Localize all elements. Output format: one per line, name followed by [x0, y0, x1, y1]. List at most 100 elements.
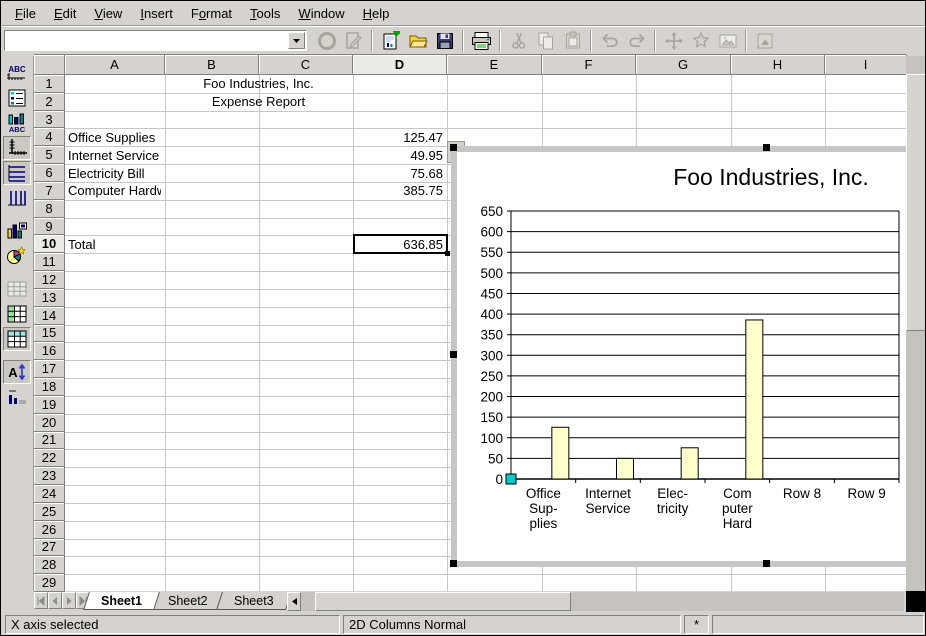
chart-type-icon[interactable]	[3, 219, 31, 243]
row-header-10[interactable]: 10	[34, 235, 65, 253]
row-header-20[interactable]: 20	[34, 414, 65, 432]
cell-B1[interactable]: Foo Industries, Inc.	[168, 75, 349, 93]
cell-A10[interactable]: Total	[68, 235, 161, 253]
data-in-rows-icon[interactable]	[3, 302, 31, 326]
row-header-19[interactable]: 19	[34, 396, 65, 414]
cell-A5[interactable]: Internet Service	[68, 146, 161, 164]
x-axis-selection-handle[interactable]	[506, 474, 516, 484]
cell-B2[interactable]: Expense Report	[168, 93, 349, 111]
row-header-16[interactable]: 16	[34, 342, 65, 360]
vertical-scrollbar-thumb[interactable]	[906, 74, 926, 331]
cell-D4[interactable]: 125.47	[356, 128, 443, 146]
axes-titles-on-off-icon[interactable]: ABC	[3, 111, 31, 135]
cell-D7[interactable]: 385.75	[356, 182, 443, 200]
save-icon[interactable]	[432, 29, 457, 53]
menu-item-tools[interactable]: Tools	[241, 3, 289, 24]
axes-on-off-icon[interactable]	[3, 136, 31, 160]
row-header-6[interactable]: 6	[34, 164, 65, 182]
row-header-7[interactable]: 7	[34, 182, 65, 200]
horizontal-grid-icon[interactable]	[3, 161, 31, 185]
row-header-26[interactable]: 26	[34, 521, 65, 539]
vertical-grid-icon[interactable]	[3, 186, 31, 210]
titles-on-off-icon[interactable]: ABC	[3, 61, 31, 85]
column-header-B[interactable]: B	[165, 55, 259, 75]
chart-object[interactable]: Foo Industries, Inc.05010015020025030035…	[451, 146, 909, 567]
cell-A6[interactable]: Electricity Bill	[68, 164, 161, 182]
column-header-D[interactable]: D	[353, 55, 447, 75]
cell-D6[interactable]: 75.68	[356, 164, 443, 182]
row-header-9[interactable]: 9	[34, 218, 65, 236]
row-header-15[interactable]: 15	[34, 325, 65, 343]
combo-dropdown-button[interactable]	[288, 32, 305, 49]
print-icon[interactable]	[469, 29, 494, 53]
row-header-18[interactable]: 18	[34, 378, 65, 396]
column-header-E[interactable]: E	[447, 55, 542, 75]
cell-D5[interactable]: 49.95	[356, 146, 443, 164]
cell-A4[interactable]: Office Supplies	[68, 128, 161, 146]
legend-on-off-icon[interactable]	[3, 86, 31, 110]
bar-2[interactable]	[681, 448, 698, 479]
menu-item-file[interactable]: File	[6, 3, 45, 24]
row-header-12[interactable]: 12	[34, 271, 65, 289]
row-header-17[interactable]: 17	[34, 360, 65, 378]
horizontal-scrollbar[interactable]	[301, 592, 904, 611]
column-header-I[interactable]: I	[825, 55, 907, 75]
bar-0[interactable]	[552, 427, 569, 479]
row-header-25[interactable]: 25	[34, 503, 65, 521]
column-header-H[interactable]: H	[731, 55, 825, 75]
row-header-13[interactable]: 13	[34, 289, 65, 307]
reorganize-chart-icon[interactable]	[3, 385, 31, 409]
autoformat-chart-icon[interactable]	[3, 244, 31, 268]
row-header-8[interactable]: 8	[34, 200, 65, 218]
new-document-icon[interactable]	[378, 29, 403, 53]
column-header-G[interactable]: G	[636, 55, 731, 75]
url-combo[interactable]	[4, 30, 307, 51]
row-header-4[interactable]: 4	[34, 128, 65, 146]
menu-item-window[interactable]: Window	[289, 3, 353, 24]
scale-text-icon[interactable]: A	[3, 360, 31, 384]
row-header-22[interactable]: 22	[34, 449, 65, 467]
chart-resize-handle-bottom-center[interactable]	[763, 560, 770, 567]
sheet-tab-sheet1[interactable]: Sheet1	[83, 592, 160, 610]
row-header-23[interactable]: 23	[34, 467, 65, 485]
cell-fill-handle[interactable]	[445, 251, 450, 256]
tab-nav-prev[interactable]	[48, 592, 62, 609]
column-header-C[interactable]: C	[259, 55, 353, 75]
bar-3[interactable]	[746, 320, 763, 479]
horizontal-scrollbar-thumb[interactable]	[315, 592, 571, 611]
row-header-29[interactable]: 29	[34, 574, 65, 592]
row-header-27[interactable]: 27	[34, 539, 65, 557]
row-header-28[interactable]: 28	[34, 556, 65, 574]
sheet-tab-sheet3[interactable]: Sheet3	[216, 592, 291, 610]
row-header-1[interactable]: 1	[34, 75, 65, 93]
row-header-5[interactable]: 5	[34, 146, 65, 164]
grid-corner-box[interactable]	[34, 55, 65, 75]
menu-item-view[interactable]: View	[85, 3, 131, 24]
tab-nav-first[interactable]	[34, 592, 48, 609]
row-header-14[interactable]: 14	[34, 307, 65, 325]
chart-resize-handle-top-left[interactable]	[450, 144, 457, 151]
chart-title[interactable]: Foo Industries, Inc.	[673, 164, 869, 190]
row-header-11[interactable]: 11	[34, 253, 65, 271]
menu-item-help[interactable]: Help	[354, 3, 399, 24]
row-header-24[interactable]: 24	[34, 485, 65, 503]
bar-1[interactable]	[617, 458, 634, 479]
chart-resize-handle-left-middle[interactable]	[450, 351, 457, 358]
cell-A7[interactable]: Computer Hardware	[68, 182, 161, 200]
data-in-columns-icon[interactable]	[3, 327, 31, 351]
menu-item-edit[interactable]: Edit	[45, 3, 85, 24]
row-header-3[interactable]: 3	[34, 111, 65, 129]
menu-item-format[interactable]: Format	[182, 3, 241, 24]
tab-nav-next[interactable]	[62, 592, 76, 609]
column-header-A[interactable]: A	[65, 55, 165, 75]
column-header-F[interactable]: F	[542, 55, 636, 75]
sheet-tab-sheet2[interactable]: Sheet2	[150, 592, 225, 610]
row-header-21[interactable]: 21	[34, 432, 65, 450]
scroll-left-button[interactable]	[287, 592, 301, 611]
menu-item-insert[interactable]: Insert	[131, 3, 182, 24]
chart-resize-handle-bottom-left[interactable]	[450, 560, 457, 567]
open-icon[interactable]	[405, 29, 430, 53]
row-header-2[interactable]: 2	[34, 93, 65, 111]
vertical-scrollbar[interactable]	[906, 56, 926, 591]
chart-resize-handle-top-center[interactable]	[763, 144, 770, 151]
